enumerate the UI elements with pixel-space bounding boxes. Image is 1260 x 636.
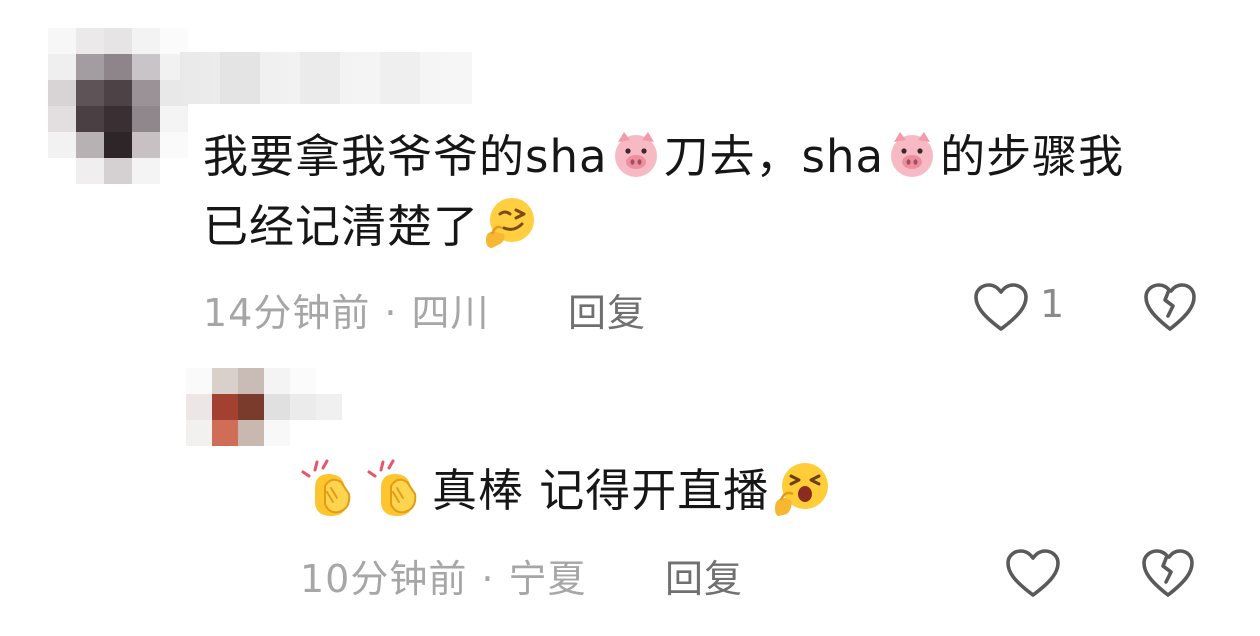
comment-meta: 10分钟前 · 宁夏 [300, 548, 586, 603]
comment-text-segment: 已经记清楚了 [203, 200, 480, 253]
excited-face-emoji [775, 463, 829, 516]
location: 四川 [411, 291, 490, 335]
heart-outline-icon[interactable] [1004, 548, 1062, 600]
timestamp: 14分钟前 [203, 291, 371, 335]
timestamp: 10分钟前 [300, 557, 468, 601]
reply-comment-text: 真棒 记得开直播 [300, 458, 833, 522]
pig-face-emoji [891, 132, 934, 177]
clapping-hands-emoji [367, 459, 417, 516]
reply-button[interactable]: 回复 [568, 282, 646, 337]
avatar[interactable] [48, 28, 188, 184]
location: 宁夏 [508, 557, 587, 601]
comment-text-segment: 刀去，sha [663, 130, 885, 183]
comment-text-segment: 真棒 记得开直播 [432, 464, 770, 517]
comment-meta: 14分钟前 · 四川 [203, 282, 489, 337]
broken-heart-outline-icon[interactable] [1140, 548, 1196, 600]
pig-face-emoji [614, 132, 657, 177]
comment-text-line-1: 我要拿我爷爷的sha 刀去，sha 的步骤我 [203, 126, 1124, 188]
clapping-hands-emoji [301, 459, 351, 516]
broken-heart-outline-icon[interactable] [1142, 282, 1198, 334]
avatar[interactable] [186, 368, 342, 446]
heart-outline-icon[interactable] [972, 282, 1030, 334]
comment-text-segment: 的步骤我 [940, 130, 1125, 183]
like-count: 1 [1040, 282, 1065, 326]
separator: · [384, 291, 398, 335]
separator: · [481, 557, 495, 601]
comment-text-line-2: 已经记清楚了 [203, 194, 541, 258]
comment-text-segment: 我要拿我爷爷的sha [203, 130, 608, 183]
comment-thread: 我要拿我爷爷的sha 刀去，sha 的步骤我 已经记清楚了 14分钟前 · 四川… [0, 0, 1260, 636]
username-blurred[interactable] [180, 52, 472, 104]
smirk-thinking-emoji [486, 198, 535, 248]
reply-button[interactable]: 回复 [665, 548, 743, 603]
